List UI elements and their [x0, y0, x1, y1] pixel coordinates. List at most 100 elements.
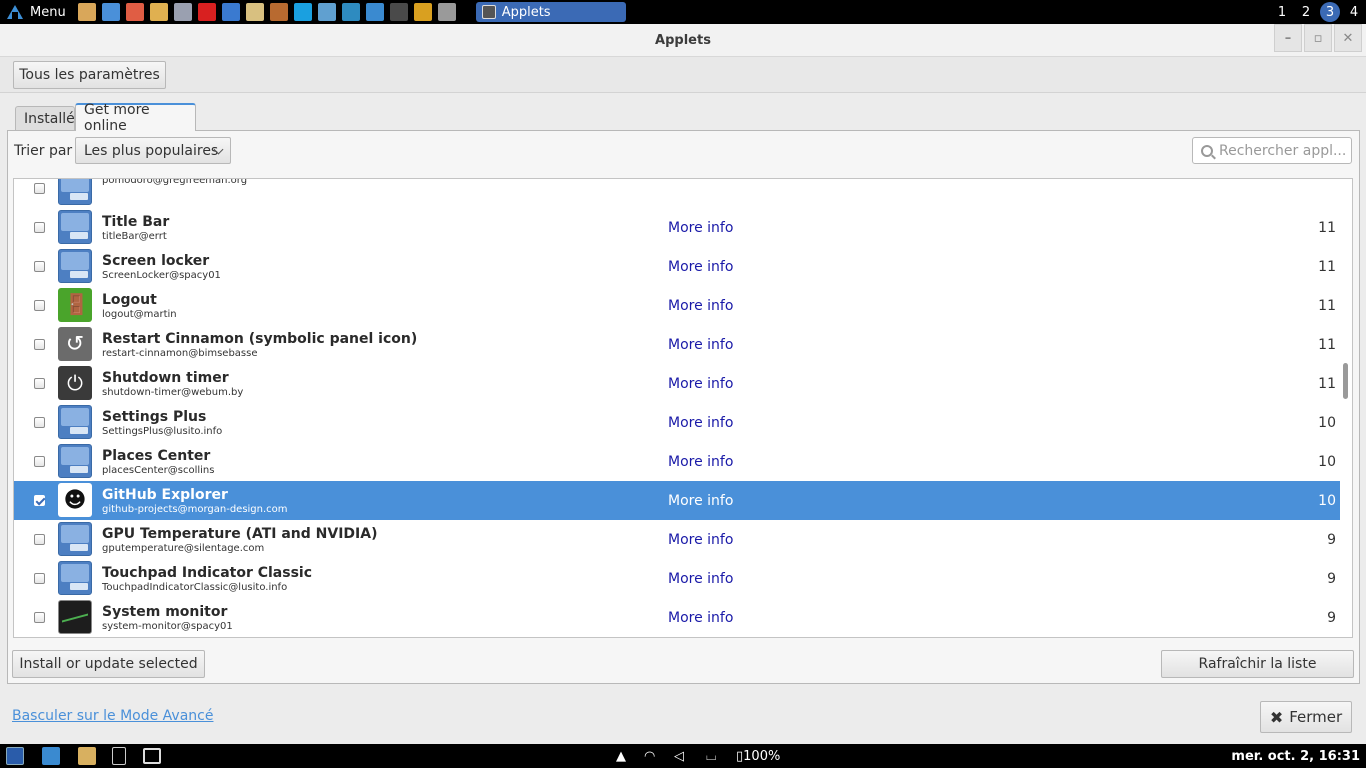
applet-checkbox[interactable]	[34, 573, 45, 584]
launcher-icon[interactable]	[245, 3, 264, 21]
launcher-icon[interactable]	[269, 3, 288, 21]
clock[interactable]: mer. oct. 2, 16:31	[1231, 744, 1360, 768]
applet-row[interactable]: GPU Temperature (ATI and NVIDIA) gputempe…	[14, 520, 1340, 559]
volume-icon[interactable]: ◁	[674, 744, 684, 768]
more-info-link[interactable]: More info	[668, 220, 733, 236]
applet-score: 11	[1318, 259, 1336, 275]
applet-row[interactable]: ☻ GitHub Explorer github-projects@morgan-d…	[14, 481, 1340, 520]
applet-checkbox[interactable]	[34, 456, 45, 467]
more-info-link[interactable]: More info	[668, 610, 733, 626]
more-info-link[interactable]: More info	[668, 259, 733, 275]
applet-row[interactable]: Screen locker ScreenLocker@spacy01 More in…	[14, 247, 1340, 286]
applet-name: System monitor	[102, 604, 228, 620]
close-button[interactable]: ✖ Fermer	[1260, 701, 1352, 733]
applet-checkbox[interactable]	[34, 612, 45, 623]
applet-row[interactable]: Title Bar titleBar@errt More info 11	[14, 208, 1340, 247]
more-info-link[interactable]: More info	[668, 493, 733, 509]
applet-checkbox[interactable]	[34, 261, 45, 272]
workspace-4[interactable]: 4	[1342, 0, 1366, 24]
applet-row[interactable]: pomodoro@gregfreeman.org	[14, 178, 1340, 208]
launcher-icon[interactable]	[365, 3, 384, 21]
top-panel: Menu Applets 1 2 3 4	[0, 0, 1366, 24]
battery-indicator[interactable]: ▯ 100%	[736, 744, 780, 768]
workspace-1[interactable]: 1	[1270, 0, 1294, 24]
more-info-link[interactable]: More info	[668, 337, 733, 353]
launcher-icon[interactable]	[149, 3, 168, 21]
applet-row[interactable]: ↺ Restart Cinnamon (symbolic panel icon) r…	[14, 325, 1340, 364]
system-monitor-launcher-icon[interactable]	[42, 747, 60, 765]
launcher-icon[interactable]	[125, 3, 144, 21]
maximize-button[interactable]: ▫	[1304, 24, 1332, 52]
applet-row[interactable]: System monitor system-monitor@spacy01 More…	[14, 598, 1340, 637]
applet-name: Logout	[102, 292, 157, 308]
launcher-icon[interactable]	[413, 3, 432, 21]
more-info-link[interactable]: More info	[668, 415, 733, 431]
more-info-link[interactable]: More info	[668, 532, 733, 548]
show-desktop-icon[interactable]	[6, 747, 24, 765]
applet-checkbox[interactable]	[34, 378, 45, 389]
scrollbar-thumb[interactable]	[1343, 363, 1348, 399]
launcher-icon[interactable]	[221, 3, 240, 21]
minimize-button[interactable]: –	[1274, 24, 1302, 52]
menu-button[interactable]: Menu	[0, 0, 74, 24]
panel-applet-icon	[58, 522, 92, 556]
launcher-icon[interactable]	[197, 3, 216, 21]
applet-uuid: pomodoro@gregfreeman.org	[102, 178, 248, 186]
trash-icon[interactable]	[112, 747, 126, 765]
keyboard-icon[interactable]: ⌴	[706, 744, 716, 768]
search-input[interactable]	[1219, 142, 1349, 159]
launcher-icon[interactable]	[437, 3, 456, 21]
taskbar-window-applets[interactable]: Applets	[475, 2, 626, 22]
launcher-icon[interactable]	[341, 3, 360, 21]
applet-checkbox[interactable]	[34, 222, 45, 233]
close-window-button[interactable]: ✕	[1334, 24, 1362, 52]
window-titlebar[interactable]: Applets – ▫ ✕	[0, 24, 1366, 57]
launcher-icon[interactable]	[77, 3, 96, 21]
applet-row[interactable]: Settings Plus SettingsPlus@lusito.info Mor…	[14, 403, 1340, 442]
more-info-link[interactable]: More info	[668, 298, 733, 314]
advanced-mode-link[interactable]: Basculer sur le Mode Avancé	[12, 708, 213, 724]
tray-upload-icon[interactable]: ▲	[616, 744, 626, 768]
applet-score: 9	[1327, 571, 1336, 587]
github-applet-icon: ☻	[58, 483, 92, 517]
applet-row[interactable]: ⏻ Shutdown timer shutdown-timer@webum.by Mo…	[14, 364, 1340, 403]
applet-name: Settings Plus	[102, 409, 207, 425]
applet-checkbox[interactable]	[34, 183, 45, 194]
workspace-3[interactable]: 3	[1318, 0, 1342, 24]
refresh-list-button[interactable]: Rafraîchir la liste	[1161, 650, 1354, 678]
list-scrollbar[interactable]	[1341, 181, 1350, 635]
launcher-icon[interactable]	[317, 3, 336, 21]
launcher-icon[interactable]	[293, 3, 312, 21]
applet-uuid: shutdown-timer@webum.by	[102, 387, 244, 398]
wifi-icon[interactable]: ◠	[644, 744, 655, 768]
applet-uuid: github-projects@morgan-design.com	[102, 504, 288, 515]
applet-row[interactable]: Display & LayoutsMore info9	[14, 637, 1340, 638]
applet-uuid: gputemperature@silentage.com	[102, 543, 265, 554]
sort-select[interactable]: Les plus populaires	[75, 137, 231, 164]
applet-checkbox[interactable]	[34, 300, 45, 311]
more-info-link[interactable]: More info	[668, 454, 733, 470]
launcher-icon[interactable]	[389, 3, 408, 21]
applet-row[interactable]: Places Center placesCenter@scollins More i…	[14, 442, 1340, 481]
workspace-2[interactable]: 2	[1294, 0, 1318, 24]
launcher-icon[interactable]	[173, 3, 192, 21]
install-update-button[interactable]: Install or update selected	[12, 650, 205, 678]
applet-checkbox[interactable]	[34, 534, 45, 545]
file-manager-icon[interactable]	[78, 747, 96, 765]
applet-row[interactable]: Logoutlogout@martin More info 11	[14, 286, 1340, 325]
applet-checkbox[interactable]	[34, 417, 45, 428]
more-info-link[interactable]: More info	[668, 571, 733, 587]
tab-get-more-online[interactable]: Get more online	[75, 102, 196, 134]
applet-list[interactable]: pomodoro@gregfreeman.org Title Bar titleBa…	[13, 178, 1353, 638]
all-settings-button[interactable]: Tous les paramètres	[13, 61, 166, 89]
applet-checkbox[interactable]	[34, 339, 45, 350]
search-box[interactable]	[1192, 137, 1352, 164]
applet-uuid: titleBar@errt	[102, 231, 167, 242]
launcher-icon[interactable]	[101, 3, 120, 21]
more-info-link[interactable]: More info	[668, 376, 733, 392]
applet-checkbox[interactable]	[34, 495, 45, 506]
menu-label: Menu	[30, 4, 66, 20]
applet-row[interactable]: Touchpad Indicator Classic TouchpadIndica…	[14, 559, 1340, 598]
computer-icon[interactable]	[143, 748, 161, 764]
tab-installed[interactable]: Installé	[15, 106, 75, 131]
